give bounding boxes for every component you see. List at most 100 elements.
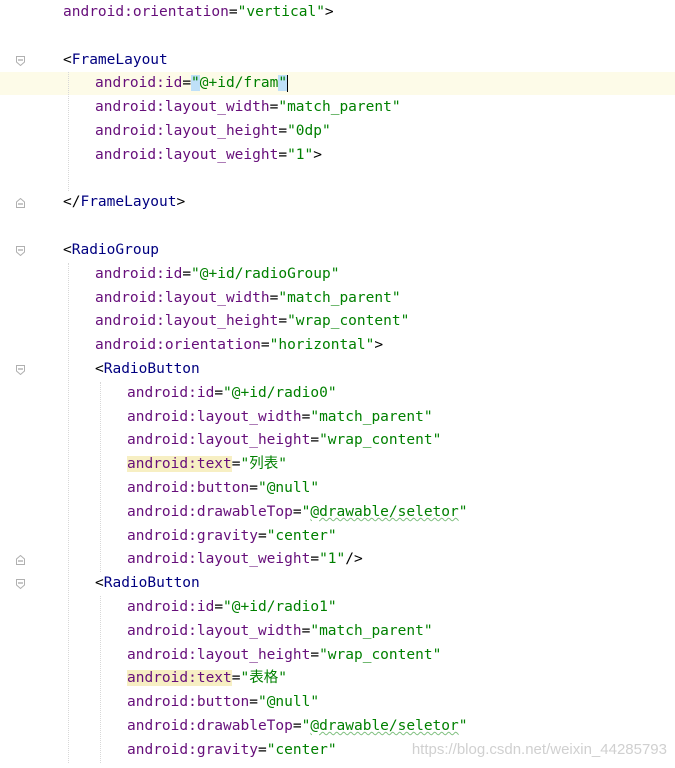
code-content: android:drawableTop="@drawable/seletor" bbox=[127, 501, 467, 524]
xml-attribute-name: android:layout_width bbox=[127, 622, 302, 639]
tag-bracket: < bbox=[95, 361, 104, 377]
code-line[interactable]: android:layout_width="match_parent" bbox=[0, 620, 675, 643]
quote: " bbox=[391, 289, 401, 306]
code-line[interactable]: android:text="列表" bbox=[0, 453, 675, 476]
code-line[interactable]: android:orientation="vertical"> bbox=[0, 1, 675, 24]
quote: " bbox=[391, 99, 401, 116]
code-line[interactable]: android:text="表格" bbox=[0, 667, 675, 690]
code-line[interactable]: android:id="@+id/fram" bbox=[0, 72, 675, 96]
code-line[interactable] bbox=[0, 25, 675, 48]
quote: " bbox=[287, 313, 296, 330]
quote: " bbox=[310, 622, 320, 639]
code-content: android:orientation="vertical"> bbox=[63, 1, 334, 24]
fold-collapse-icon[interactable] bbox=[16, 55, 25, 66]
fold-collapse-icon[interactable] bbox=[16, 246, 25, 256]
code-line[interactable] bbox=[0, 215, 675, 238]
xml-attribute-value: match_parent bbox=[319, 622, 424, 639]
code-line[interactable] bbox=[0, 168, 675, 191]
xml-attribute-value: @+id/radioGroup bbox=[199, 265, 331, 282]
code-line[interactable]: android:layout_height="wrap_content" bbox=[0, 310, 675, 333]
xml-tag-name: RadioButton bbox=[103, 361, 200, 377]
code-line[interactable]: android:layout_width="match_parent" bbox=[0, 406, 675, 429]
tag-bracket: < bbox=[63, 242, 72, 258]
code-line[interactable]: android:button="@null" bbox=[0, 691, 675, 714]
tag-bracket: </ bbox=[63, 194, 81, 211]
code-line[interactable]: <RadioGroup bbox=[0, 239, 675, 262]
quote: " bbox=[322, 123, 331, 139]
tag-close: > bbox=[313, 146, 322, 163]
quote: " bbox=[319, 432, 328, 449]
equals-sign: = bbox=[257, 741, 267, 758]
quote: " bbox=[319, 551, 328, 568]
xml-attribute-value: wrap_content bbox=[327, 646, 433, 663]
code-line[interactable]: android:drawableTop="@drawable/seletor" bbox=[0, 501, 675, 524]
code-content: android:layout_weight="1"/> bbox=[127, 548, 363, 571]
code-content: android:layout_height="wrap_content" bbox=[127, 644, 441, 667]
equals-sign: = bbox=[249, 694, 258, 711]
code-line[interactable]: android:layout_height="wrap_content" bbox=[0, 644, 675, 667]
xml-attribute-value: center bbox=[275, 741, 328, 758]
fold-end-icon[interactable] bbox=[16, 198, 25, 209]
code-line[interactable]: android:orientation="horizontal"> bbox=[0, 334, 675, 357]
xml-attribute-value: match_parent bbox=[287, 99, 392, 116]
equals-sign: = bbox=[278, 123, 288, 139]
equals-sign: = bbox=[214, 384, 224, 401]
xml-attribute-name: android:orientation bbox=[63, 4, 229, 20]
tag-bracket: < bbox=[63, 51, 72, 68]
code-content: android:text="表格" bbox=[127, 667, 287, 690]
code-line[interactable]: <RadioButton bbox=[0, 572, 675, 595]
xml-attribute-value: @null bbox=[266, 694, 311, 711]
code-line[interactable]: android:id="@+id/radioGroup" bbox=[0, 263, 675, 286]
equals-sign: = bbox=[228, 4, 238, 20]
fold-end-icon[interactable] bbox=[16, 555, 25, 566]
xml-attribute-value: 1 bbox=[327, 551, 337, 568]
code-line[interactable]: <RadioButton bbox=[0, 358, 675, 381]
equals-sign: = bbox=[310, 646, 320, 663]
fold-collapse-icon[interactable] bbox=[16, 365, 25, 375]
quote: " bbox=[278, 670, 287, 687]
code-content: <RadioButton bbox=[95, 358, 200, 381]
code-line[interactable]: android:layout_weight="1"/> bbox=[0, 548, 675, 571]
quote: " bbox=[423, 622, 433, 639]
quote: " bbox=[257, 694, 267, 711]
code-content: android:button="@null" bbox=[127, 477, 319, 500]
equals-sign: = bbox=[249, 480, 258, 496]
quote: " bbox=[257, 480, 267, 496]
code-line[interactable]: android:layout_width="match_parent" bbox=[0, 96, 675, 119]
quote: " bbox=[327, 384, 337, 401]
code-line[interactable]: <FrameLayout bbox=[0, 49, 675, 72]
code-line[interactable]: android:layout_height="0dp" bbox=[0, 120, 675, 143]
xml-attribute-name: android:layout_width bbox=[95, 99, 270, 116]
code-line[interactable]: android:drawableTop="@drawable/seletor" bbox=[0, 715, 675, 738]
code-content: android:layout_height="wrap_content" bbox=[95, 310, 409, 333]
xml-attribute-name: android:drawableTop bbox=[127, 718, 293, 734]
code-line[interactable]: android:layout_width="match_parent" bbox=[0, 287, 675, 310]
equals-sign: = bbox=[292, 503, 302, 520]
indent-guide bbox=[68, 262, 69, 763]
code-content: android:gravity="center" bbox=[127, 525, 337, 548]
xml-attribute-name: android:text bbox=[127, 670, 232, 687]
xml-attribute-name: android:gravity bbox=[127, 527, 258, 544]
xml-attribute-value: wrap_content bbox=[327, 432, 433, 449]
code-line[interactable]: android:layout_weight="1"> bbox=[0, 144, 675, 167]
xml-attribute-name: android:id bbox=[127, 599, 215, 615]
code-line[interactable]: android:gravity="center" bbox=[0, 525, 675, 548]
equals-sign: = bbox=[310, 551, 320, 568]
code-content: <RadioButton bbox=[95, 572, 200, 595]
quote: " bbox=[316, 4, 325, 20]
equals-sign: = bbox=[278, 146, 288, 163]
code-line[interactable]: </FrameLayout> bbox=[0, 191, 675, 214]
quote: " bbox=[327, 741, 337, 758]
fold-collapse-icon[interactable] bbox=[16, 579, 25, 590]
xml-attribute-name: android:layout_weight bbox=[127, 551, 311, 568]
code-line[interactable]: android:id="@+id/radio0" bbox=[0, 382, 675, 405]
xml-attribute-value: match_parent bbox=[319, 408, 424, 425]
xml-attribute-name: android:id bbox=[95, 265, 183, 282]
code-line[interactable]: android:layout_height="wrap_content" bbox=[0, 429, 675, 452]
code-line[interactable]: android:id="@+id/radio1" bbox=[0, 596, 675, 619]
quote: " bbox=[287, 146, 296, 163]
xml-attribute-name: android:layout_height bbox=[95, 313, 279, 330]
xml-attribute-value: 0dp bbox=[295, 123, 322, 139]
code-line[interactable]: android:button="@null" bbox=[0, 477, 675, 500]
code-content: <RadioGroup bbox=[63, 239, 159, 262]
